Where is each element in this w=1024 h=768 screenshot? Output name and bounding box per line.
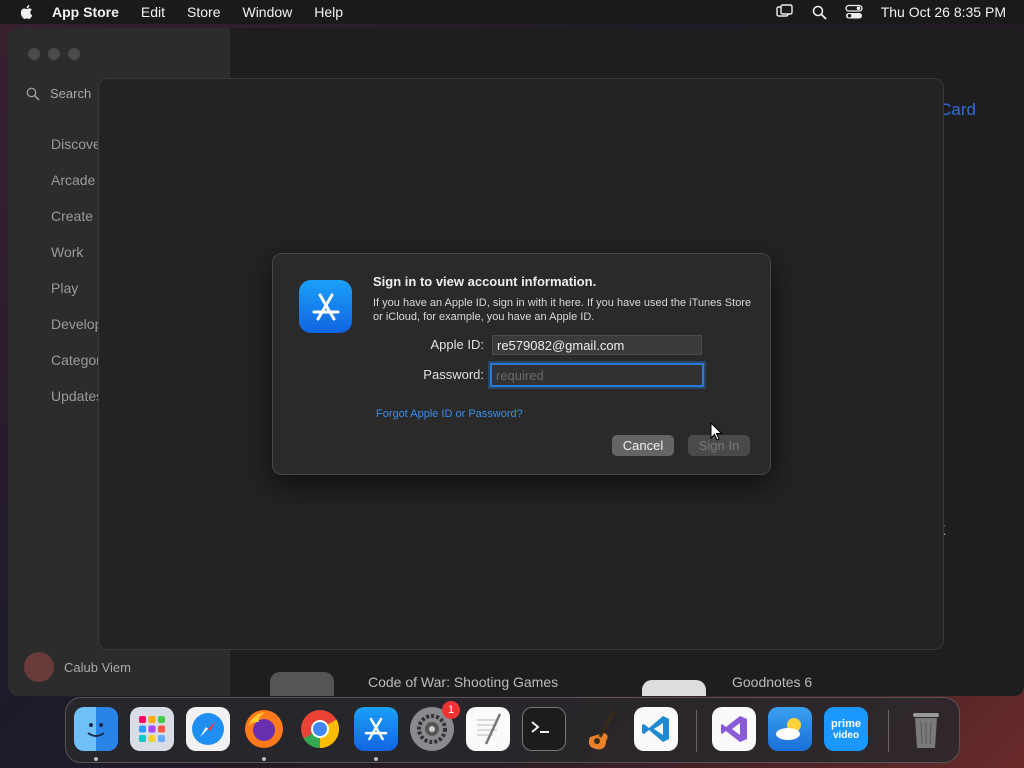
menu-help[interactable]: Help: [314, 4, 343, 20]
cancel-button[interactable]: Cancel: [612, 435, 674, 456]
firefox-icon[interactable]: [242, 707, 286, 751]
mouse-pointer-icon: [710, 422, 723, 441]
terminal-icon[interactable]: [522, 707, 566, 751]
sidebar-item-arcade[interactable]: Arcade: [51, 172, 95, 188]
apple-id-label: Apple ID:: [430, 337, 484, 352]
sign-in-dialog: Sign in to view account information. If …: [272, 253, 771, 475]
app-title[interactable]: Code of War: Shooting Games: [368, 674, 558, 690]
trash-icon[interactable]: [904, 707, 948, 751]
menu-clock[interactable]: Thu Oct 26 8:35 PM: [881, 4, 1006, 20]
avatar: [24, 652, 54, 682]
menu-window[interactable]: Window: [242, 4, 292, 20]
search-icon: [26, 87, 40, 101]
minimize-window-button[interactable]: [48, 48, 60, 60]
search-placeholder: Search: [50, 86, 92, 101]
window-controls: [28, 48, 80, 60]
sidebar-item-play[interactable]: Play: [51, 280, 78, 296]
user-name: Calub Viem: [64, 659, 131, 675]
dock-separator: [696, 710, 697, 752]
password-label: Password:: [423, 367, 484, 382]
sidebar-item-create[interactable]: Create: [51, 208, 93, 224]
svg-text:prime: prime: [831, 718, 861, 730]
svg-text:video: video: [833, 730, 859, 741]
app-store-dock-icon[interactable]: [354, 707, 398, 751]
safari-icon[interactable]: [186, 707, 230, 751]
garageband-icon[interactable]: [578, 707, 622, 751]
running-indicator: [262, 757, 266, 761]
weather-icon[interactable]: [768, 707, 812, 751]
sidebar-item-develop[interactable]: Develop: [51, 316, 102, 332]
menu-store[interactable]: Store: [187, 4, 220, 20]
vscode-icon[interactable]: [634, 707, 678, 751]
sidebar-search[interactable]: Search: [26, 86, 91, 101]
textedit-icon[interactable]: [466, 707, 510, 751]
system-settings-icon[interactable]: 1: [410, 701, 460, 751]
dialog-title: Sign in to view account information.: [373, 274, 597, 289]
dock-separator: [888, 710, 889, 752]
prime-video-icon[interactable]: prime video: [824, 707, 868, 751]
menu-bar: App Store Edit Store Window Help Thu Oct…: [0, 0, 1024, 24]
sidebar-item-updates[interactable]: Updates: [51, 388, 103, 404]
account-button[interactable]: Calub Viem: [24, 652, 131, 682]
visual-studio-icon[interactable]: [712, 707, 756, 751]
zoom-window-button[interactable]: [68, 48, 80, 60]
spotlight-search-icon[interactable]: [812, 5, 827, 20]
dialog-description: If you have an Apple ID, sign in with it…: [373, 297, 752, 323]
dock: 1 prime video: [65, 697, 960, 763]
running-indicator: [374, 757, 378, 761]
forgot-password-link[interactable]: Forgot Apple ID or Password?: [376, 408, 523, 420]
app-title[interactable]: Goodnotes 6: [732, 674, 812, 690]
apple-logo-icon[interactable]: [18, 3, 36, 21]
app-thumbnail[interactable]: [270, 672, 334, 696]
finder-icon[interactable]: [74, 707, 118, 751]
redeem-card-link[interactable]: Card: [939, 100, 976, 120]
app-store-icon: [299, 280, 352, 333]
password-field[interactable]: [490, 363, 704, 387]
screen-mirroring-icon[interactable]: [776, 4, 794, 20]
sidebar-item-work[interactable]: Work: [51, 244, 83, 260]
launchpad-icon[interactable]: [130, 707, 174, 751]
menu-app-name[interactable]: App Store: [52, 4, 119, 20]
app-thumbnail[interactable]: [642, 680, 706, 696]
apple-id-field[interactable]: [492, 335, 702, 355]
menu-edit[interactable]: Edit: [141, 4, 165, 20]
notification-badge: 1: [442, 701, 460, 719]
control-center-icon[interactable]: [845, 4, 863, 20]
running-indicator: [94, 757, 98, 761]
chrome-icon[interactable]: [298, 707, 342, 751]
close-window-button[interactable]: [28, 48, 40, 60]
